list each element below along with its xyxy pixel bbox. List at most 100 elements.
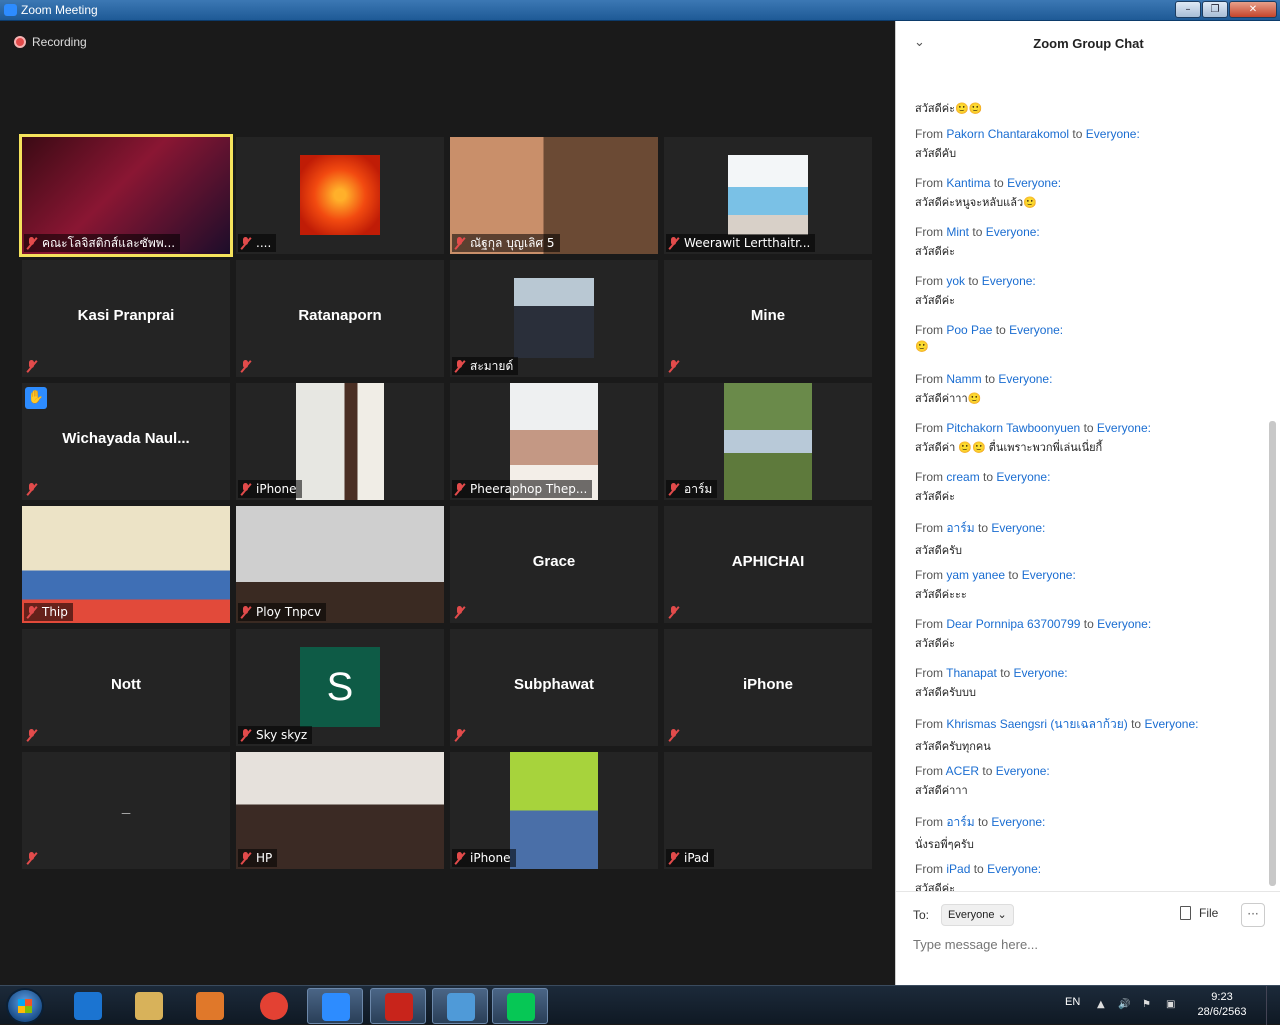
- sender-name[interactable]: Dear Pornnipa 63700799: [946, 617, 1080, 631]
- sender-name[interactable]: Khrismas Saengsri (นายเฉลาก้วย): [946, 717, 1127, 731]
- sender-name[interactable]: Kantima: [946, 176, 990, 190]
- recipient-name: Everyone:: [987, 862, 1042, 876]
- chat-scrollbar[interactable]: [1269, 66, 1276, 891]
- tray-expand-icon[interactable]: ▲: [1097, 999, 1109, 1011]
- participant-tile[interactable]: S Sky skyz: [236, 629, 444, 746]
- explorer-icon: [135, 992, 163, 1020]
- line-taskbar-button[interactable]: [492, 988, 548, 1024]
- chat-message-text: สวัสดีค่ะ: [915, 246, 956, 258]
- ie-taskbar-button[interactable]: [60, 988, 116, 1024]
- sender-name[interactable]: yam yanee: [946, 568, 1005, 582]
- participant-tile[interactable]: ✋ Wichayada Naul...: [22, 383, 230, 500]
- chrome-taskbar-button[interactable]: [246, 988, 302, 1024]
- chat-message-header: From Pitchakorn Tawboonyuen to Everyone:: [915, 421, 1265, 435]
- sender-name[interactable]: Mint: [946, 225, 969, 239]
- clock-date: 28/6/2563: [1197, 1006, 1247, 1018]
- participant-tile[interactable]: Ploy Tnpcv: [236, 506, 444, 623]
- more-options-button[interactable]: ···: [1241, 903, 1265, 927]
- minimize-button[interactable]: –: [1175, 1, 1201, 18]
- chat-message-text: 🙂: [915, 341, 929, 353]
- acrobat-taskbar-button[interactable]: [370, 988, 426, 1024]
- muted-mic-icon: [240, 605, 251, 619]
- sender-name[interactable]: Namm: [946, 372, 981, 386]
- chat-title: Zoom Group Chat: [1033, 36, 1144, 51]
- volume-icon[interactable]: 🔊: [1118, 999, 1130, 1011]
- muted-mic-icon: [26, 236, 37, 250]
- maximize-button[interactable]: ❐: [1202, 1, 1228, 18]
- start-button[interactable]: [6, 988, 44, 1024]
- participant-tile[interactable]: ณัฐกุล บุญเลิศ 5: [450, 137, 658, 254]
- sender-name[interactable]: iPad: [946, 862, 970, 876]
- participant-tile[interactable]: คณะโลจิสติกส์และซัพพ...: [19, 134, 233, 257]
- participant-video: [296, 383, 384, 500]
- recipient-name: Everyone:: [981, 274, 1036, 288]
- participant-name: ....: [256, 236, 272, 250]
- recipient-name: Everyone:: [1021, 568, 1076, 582]
- participant-tile[interactable]: _: [22, 752, 230, 869]
- participant-label: Pheeraphop Thep...: [452, 480, 593, 498]
- chat-message-list[interactable]: สวัสดีค่ะ🙂🙂 From Pakorn Chantarakomol to …: [896, 66, 1268, 891]
- muted-mic-icon: [240, 851, 251, 865]
- chat-composer: To: Everyone ⌄ File ···: [896, 891, 1280, 985]
- file-button[interactable]: File: [1180, 906, 1218, 920]
- participant-tile[interactable]: iPad: [664, 752, 872, 869]
- to-word: to: [1083, 421, 1094, 435]
- recipient-name: Everyone:: [985, 225, 1040, 239]
- media-player-taskbar-button[interactable]: [182, 988, 238, 1024]
- file-icon: [1180, 906, 1191, 920]
- participant-tile[interactable]: Nott: [22, 629, 230, 746]
- sender-name[interactable]: Pitchakorn Tawboonyuen: [946, 421, 1080, 435]
- explorer-taskbar-button[interactable]: [121, 988, 177, 1024]
- language-indicator[interactable]: EN: [1065, 996, 1080, 1008]
- participant-tile[interactable]: ....: [236, 137, 444, 254]
- clock[interactable]: 9:23 28/6/2563: [1192, 990, 1252, 1020]
- participant-tile[interactable]: อาร์ม: [664, 383, 872, 500]
- participant-tile[interactable]: สะมายด์: [450, 260, 658, 377]
- action-center-flag-icon[interactable]: ⚑: [1142, 999, 1154, 1011]
- from-word: From: [915, 568, 943, 582]
- participant-tile[interactable]: Pheeraphop Thep...: [450, 383, 658, 500]
- participant-tile[interactable]: iPhone: [450, 752, 658, 869]
- participant-tile[interactable]: Weerawit Lertthaitr...: [664, 137, 872, 254]
- close-button[interactable]: ✕: [1229, 1, 1277, 18]
- zoom-app-icon: [4, 4, 17, 16]
- chat-message-text: สวัสดีค่ะ: [915, 638, 956, 650]
- participant-name: Grace: [532, 553, 576, 570]
- photo-viewer-taskbar-button[interactable]: [432, 988, 488, 1024]
- participant-tile[interactable]: Subphawat: [450, 629, 658, 746]
- muted-mic-icon: [26, 729, 37, 742]
- chat-message-text: สวัสดีครับ: [915, 545, 962, 557]
- participant-label: Ploy Tnpcv: [238, 603, 327, 621]
- show-desktop-button[interactable]: [1266, 986, 1280, 1025]
- chat-message-text: สวัสดีค่าาา🙂: [915, 393, 982, 405]
- muted-mic-icon: [668, 482, 679, 496]
- to-word: to: [995, 323, 1006, 337]
- sender-name[interactable]: Thanapat: [946, 666, 997, 680]
- sender-name[interactable]: cream: [946, 470, 979, 484]
- participant-tile[interactable]: HP: [236, 752, 444, 869]
- sender-name[interactable]: yok: [946, 274, 965, 288]
- sender-name[interactable]: อาร์ม: [946, 815, 974, 829]
- participant-label: คณะโลจิสติกส์และซัพพ...: [24, 234, 181, 252]
- sender-name[interactable]: อาร์ม: [946, 521, 974, 535]
- scrollbar-thumb[interactable]: [1269, 421, 1276, 886]
- participant-tile[interactable]: iPhone: [236, 383, 444, 500]
- participant-tile[interactable]: Thip: [22, 506, 230, 623]
- participant-tile[interactable]: Ratanaporn: [236, 260, 444, 377]
- from-word: From: [915, 323, 943, 337]
- participant-tile[interactable]: Mine: [664, 260, 872, 377]
- participant-tile[interactable]: iPhone: [664, 629, 872, 746]
- participant-tile[interactable]: Kasi Pranprai: [22, 260, 230, 377]
- chat-message: From Poo Pae to Everyone: 🙂: [915, 323, 1265, 353]
- participant-name: Thip: [42, 605, 68, 619]
- message-input[interactable]: [913, 934, 1253, 954]
- sender-name[interactable]: Poo Pae: [946, 323, 992, 337]
- zoom-taskbar-button[interactable]: [307, 988, 363, 1024]
- network-icon[interactable]: ▣: [1166, 999, 1178, 1011]
- recipient-select[interactable]: Everyone ⌄: [941, 904, 1014, 926]
- participant-tile[interactable]: Grace: [450, 506, 658, 623]
- to-word: to: [1072, 127, 1083, 141]
- sender-name[interactable]: ACER: [946, 764, 979, 778]
- sender-name[interactable]: Pakorn Chantarakomol: [946, 127, 1069, 141]
- participant-tile[interactable]: APHICHAI: [664, 506, 872, 623]
